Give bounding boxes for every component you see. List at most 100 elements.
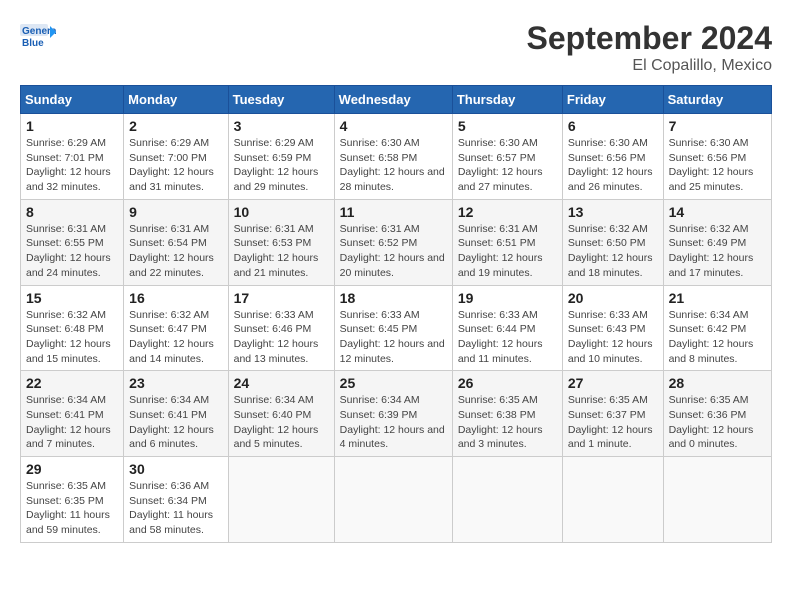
day-info: Sunrise: 6:31 AM Sunset: 6:53 PM Dayligh… [234,222,329,281]
day-number: 9 [129,204,222,220]
day-info: Sunrise: 6:30 AM Sunset: 6:56 PM Dayligh… [669,136,766,195]
day-info: Sunrise: 6:35 AM Sunset: 6:37 PM Dayligh… [568,393,658,452]
calendar-table: SundayMondayTuesdayWednesdayThursdayFrid… [20,85,772,543]
logo-svg: General Blue [20,20,56,56]
day-info: Sunrise: 6:34 AM Sunset: 6:40 PM Dayligh… [234,393,329,452]
col-header-tuesday: Tuesday [228,86,334,114]
calendar-cell-15: 15 Sunrise: 6:32 AM Sunset: 6:48 PM Dayl… [21,285,124,371]
day-number: 12 [458,204,557,220]
calendar-cell-17: 17 Sunrise: 6:33 AM Sunset: 6:46 PM Dayl… [228,285,334,371]
calendar-cell-9: 9 Sunrise: 6:31 AM Sunset: 6:54 PM Dayli… [124,199,228,285]
day-number: 19 [458,290,557,306]
calendar-cell-13: 13 Sunrise: 6:32 AM Sunset: 6:50 PM Dayl… [562,199,663,285]
day-info: Sunrise: 6:29 AM Sunset: 7:01 PM Dayligh… [26,136,118,195]
calendar-cell-19: 19 Sunrise: 6:33 AM Sunset: 6:44 PM Dayl… [452,285,562,371]
calendar-cell-18: 18 Sunrise: 6:33 AM Sunset: 6:45 PM Dayl… [334,285,452,371]
day-info: Sunrise: 6:34 AM Sunset: 6:41 PM Dayligh… [129,393,222,452]
calendar-cell-14: 14 Sunrise: 6:32 AM Sunset: 6:49 PM Dayl… [663,199,771,285]
calendar-cell-8: 8 Sunrise: 6:31 AM Sunset: 6:55 PM Dayli… [21,199,124,285]
day-info: Sunrise: 6:33 AM Sunset: 6:46 PM Dayligh… [234,308,329,367]
calendar-cell-20: 20 Sunrise: 6:33 AM Sunset: 6:43 PM Dayl… [562,285,663,371]
day-number: 3 [234,118,329,134]
day-number: 16 [129,290,222,306]
day-number: 8 [26,204,118,220]
calendar-cell-25: 25 Sunrise: 6:34 AM Sunset: 6:39 PM Dayl… [334,371,452,457]
logo: General Blue [20,20,56,56]
day-info: Sunrise: 6:29 AM Sunset: 6:59 PM Dayligh… [234,136,329,195]
calendar-cell-1: 1 Sunrise: 6:29 AM Sunset: 7:01 PM Dayli… [21,114,124,200]
day-info: Sunrise: 6:33 AM Sunset: 6:43 PM Dayligh… [568,308,658,367]
day-info: Sunrise: 6:34 AM Sunset: 6:42 PM Dayligh… [669,308,766,367]
day-number: 5 [458,118,557,134]
calendar-cell-29: 29 Sunrise: 6:35 AM Sunset: 6:35 PM Dayl… [21,457,124,543]
day-number: 17 [234,290,329,306]
day-info: Sunrise: 6:34 AM Sunset: 6:41 PM Dayligh… [26,393,118,452]
day-info: Sunrise: 6:35 AM Sunset: 6:36 PM Dayligh… [669,393,766,452]
calendar-cell-27: 27 Sunrise: 6:35 AM Sunset: 6:37 PM Dayl… [562,371,663,457]
day-number: 2 [129,118,222,134]
day-number: 27 [568,375,658,391]
calendar-cell-28: 28 Sunrise: 6:35 AM Sunset: 6:36 PM Dayl… [663,371,771,457]
day-number: 29 [26,461,118,477]
title-block: September 2024 El Copalillo, Mexico [527,20,772,75]
page-header: General Blue September 2024 El Copalillo… [20,20,772,75]
day-number: 7 [669,118,766,134]
day-number: 26 [458,375,557,391]
col-header-wednesday: Wednesday [334,86,452,114]
day-info: Sunrise: 6:32 AM Sunset: 6:49 PM Dayligh… [669,222,766,281]
day-number: 4 [340,118,447,134]
month-title: September 2024 [527,20,772,57]
col-header-thursday: Thursday [452,86,562,114]
day-info: Sunrise: 6:33 AM Sunset: 6:44 PM Dayligh… [458,308,557,367]
calendar-cell-6: 6 Sunrise: 6:30 AM Sunset: 6:56 PM Dayli… [562,114,663,200]
empty-cell [228,457,334,543]
day-info: Sunrise: 6:30 AM Sunset: 6:57 PM Dayligh… [458,136,557,195]
calendar-cell-22: 22 Sunrise: 6:34 AM Sunset: 6:41 PM Dayl… [21,371,124,457]
calendar-cell-3: 3 Sunrise: 6:29 AM Sunset: 6:59 PM Dayli… [228,114,334,200]
col-header-sunday: Sunday [21,86,124,114]
day-number: 22 [26,375,118,391]
day-number: 14 [669,204,766,220]
day-info: Sunrise: 6:35 AM Sunset: 6:35 PM Dayligh… [26,479,118,538]
calendar-cell-11: 11 Sunrise: 6:31 AM Sunset: 6:52 PM Dayl… [334,199,452,285]
day-number: 13 [568,204,658,220]
day-number: 21 [669,290,766,306]
calendar-cell-30: 30 Sunrise: 6:36 AM Sunset: 6:34 PM Dayl… [124,457,228,543]
empty-cell [452,457,562,543]
day-info: Sunrise: 6:34 AM Sunset: 6:39 PM Dayligh… [340,393,447,452]
day-info: Sunrise: 6:33 AM Sunset: 6:45 PM Dayligh… [340,308,447,367]
day-number: 23 [129,375,222,391]
calendar-cell-12: 12 Sunrise: 6:31 AM Sunset: 6:51 PM Dayl… [452,199,562,285]
day-number: 1 [26,118,118,134]
day-info: Sunrise: 6:35 AM Sunset: 6:38 PM Dayligh… [458,393,557,452]
calendar-cell-10: 10 Sunrise: 6:31 AM Sunset: 6:53 PM Dayl… [228,199,334,285]
day-info: Sunrise: 6:31 AM Sunset: 6:54 PM Dayligh… [129,222,222,281]
calendar-cell-24: 24 Sunrise: 6:34 AM Sunset: 6:40 PM Dayl… [228,371,334,457]
day-number: 25 [340,375,447,391]
col-header-friday: Friday [562,86,663,114]
day-info: Sunrise: 6:30 AM Sunset: 6:56 PM Dayligh… [568,136,658,195]
calendar-cell-2: 2 Sunrise: 6:29 AM Sunset: 7:00 PM Dayli… [124,114,228,200]
day-number: 6 [568,118,658,134]
day-number: 28 [669,375,766,391]
day-info: Sunrise: 6:31 AM Sunset: 6:51 PM Dayligh… [458,222,557,281]
day-info: Sunrise: 6:32 AM Sunset: 6:50 PM Dayligh… [568,222,658,281]
day-info: Sunrise: 6:32 AM Sunset: 6:48 PM Dayligh… [26,308,118,367]
day-number: 11 [340,204,447,220]
calendar-cell-16: 16 Sunrise: 6:32 AM Sunset: 6:47 PM Dayl… [124,285,228,371]
location-subtitle: El Copalillo, Mexico [527,57,772,75]
day-info: Sunrise: 6:36 AM Sunset: 6:34 PM Dayligh… [129,479,222,538]
calendar-cell-23: 23 Sunrise: 6:34 AM Sunset: 6:41 PM Dayl… [124,371,228,457]
empty-cell [334,457,452,543]
svg-text:Blue: Blue [22,38,44,49]
day-info: Sunrise: 6:31 AM Sunset: 6:52 PM Dayligh… [340,222,447,281]
day-number: 30 [129,461,222,477]
day-info: Sunrise: 6:32 AM Sunset: 6:47 PM Dayligh… [129,308,222,367]
calendar-cell-7: 7 Sunrise: 6:30 AM Sunset: 6:56 PM Dayli… [663,114,771,200]
day-info: Sunrise: 6:29 AM Sunset: 7:00 PM Dayligh… [129,136,222,195]
empty-cell [562,457,663,543]
day-info: Sunrise: 6:30 AM Sunset: 6:58 PM Dayligh… [340,136,447,195]
col-header-saturday: Saturday [663,86,771,114]
day-number: 18 [340,290,447,306]
calendar-cell-5: 5 Sunrise: 6:30 AM Sunset: 6:57 PM Dayli… [452,114,562,200]
